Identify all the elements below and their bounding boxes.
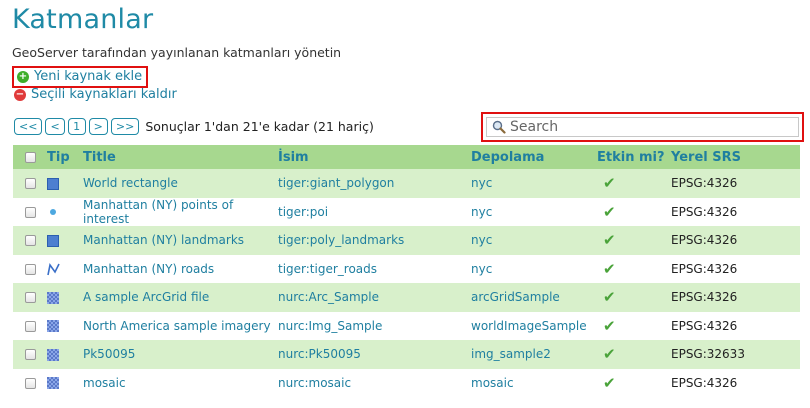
srs-value: EPSG:4326 bbox=[671, 204, 738, 219]
column-store[interactable]: Depolama bbox=[471, 145, 597, 169]
layer-title-link[interactable]: Manhattan (NY) points of interest bbox=[83, 198, 233, 226]
table-row: Manhattan (NY) landmarks tiger:poly_land… bbox=[13, 226, 800, 255]
raster-icon bbox=[47, 320, 59, 333]
store-link[interactable]: nyc bbox=[471, 205, 492, 219]
layers-table: Tip Title İsim Depolama Etkin mi? Yerel … bbox=[13, 145, 800, 397]
row-checkbox[interactable] bbox=[24, 263, 36, 275]
store-link[interactable]: nyc bbox=[471, 262, 492, 276]
table-header-row: Tip Title İsim Depolama Etkin mi? Yerel … bbox=[13, 145, 800, 169]
check-icon: ✔ bbox=[603, 231, 616, 250]
remove-selected-button[interactable]: − Seçili kaynakları kaldır bbox=[14, 87, 177, 102]
raster-icon bbox=[47, 348, 59, 361]
store-link[interactable]: mosaic bbox=[471, 376, 514, 390]
check-icon: ✔ bbox=[603, 345, 616, 364]
layer-name-link[interactable]: tiger:poi bbox=[278, 205, 328, 219]
pager-next-button[interactable]: > bbox=[88, 118, 108, 135]
raster-icon bbox=[47, 291, 59, 304]
layer-title-link[interactable]: Pk50095 bbox=[83, 347, 135, 361]
pager: << < 1 > >> Sonuçlar 1'dan 21'e kadar (2… bbox=[14, 118, 374, 135]
store-link[interactable]: img_sample2 bbox=[471, 347, 551, 361]
minus-icon: − bbox=[14, 88, 26, 101]
table-row: Pk50095 nurc:Pk50095 img_sample2 ✔ EPSG:… bbox=[13, 340, 800, 369]
table-row: World rectangle tiger:giant_polygon nyc … bbox=[13, 169, 800, 198]
srs-value: EPSG:32633 bbox=[671, 347, 745, 362]
column-title[interactable]: Title bbox=[83, 145, 278, 169]
pager-page-button[interactable]: 1 bbox=[67, 118, 86, 135]
srs-value: EPSG:4326 bbox=[671, 375, 738, 390]
layer-name-link[interactable]: tiger:tiger_roads bbox=[278, 262, 377, 276]
column-name[interactable]: İsim bbox=[278, 145, 471, 169]
store-link[interactable]: arcGridSample bbox=[471, 290, 560, 304]
layer-name-link[interactable]: nurc:Pk50095 bbox=[278, 347, 361, 361]
point-icon bbox=[50, 209, 56, 216]
pager-results-text: Sonuçlar 1'dan 21'e kadar (21 hariç) bbox=[145, 119, 374, 134]
line-icon bbox=[47, 262, 60, 275]
srs-value: EPSG:4326 bbox=[671, 261, 738, 276]
row-checkbox[interactable] bbox=[24, 235, 36, 247]
layer-title-link[interactable]: World rectangle bbox=[83, 176, 178, 190]
check-icon: ✔ bbox=[603, 202, 616, 221]
polygon-icon bbox=[47, 234, 59, 247]
layer-title-link[interactable]: North America sample imagery bbox=[83, 319, 271, 333]
page-title: Katmanlar bbox=[12, 4, 154, 35]
table-row: A sample ArcGrid file nurc:Arc_Sample ar… bbox=[13, 283, 800, 312]
srs-value: EPSG:4326 bbox=[671, 318, 738, 333]
srs-value: EPSG:4326 bbox=[671, 290, 738, 305]
select-all-checkbox[interactable] bbox=[24, 151, 36, 163]
layer-name-link[interactable]: nurc:Img_Sample bbox=[278, 319, 382, 333]
layer-title-link[interactable]: Manhattan (NY) roads bbox=[83, 262, 214, 276]
add-resource-button[interactable]: + Yeni kaynak ekle bbox=[12, 66, 149, 88]
layer-name-link[interactable]: nurc:Arc_Sample bbox=[278, 290, 379, 304]
srs-value: EPSG:4326 bbox=[671, 176, 738, 191]
page-description: GeoServer tarafından yayınlanan katmanla… bbox=[12, 45, 342, 60]
row-checkbox[interactable] bbox=[24, 206, 36, 218]
add-resource-label: Yeni kaynak ekle bbox=[34, 69, 143, 84]
row-checkbox[interactable] bbox=[24, 349, 36, 361]
layer-name-link[interactable]: tiger:giant_polygon bbox=[278, 176, 394, 190]
pager-last-button[interactable]: >> bbox=[110, 118, 140, 135]
check-icon: ✔ bbox=[603, 288, 616, 307]
layer-title-link[interactable]: Manhattan (NY) landmarks bbox=[83, 233, 244, 247]
column-srs[interactable]: Yerel SRS bbox=[671, 145, 800, 169]
check-icon: ✔ bbox=[603, 373, 616, 392]
layer-title-link[interactable]: mosaic bbox=[83, 376, 126, 390]
search-field bbox=[486, 117, 799, 137]
search-input[interactable] bbox=[510, 119, 790, 135]
column-type[interactable]: Tip bbox=[47, 145, 83, 169]
polygon-icon bbox=[47, 177, 59, 190]
row-checkbox[interactable] bbox=[24, 320, 36, 332]
raster-icon bbox=[47, 377, 59, 390]
table-row: Manhattan (NY) points of interest tiger:… bbox=[13, 197, 800, 226]
row-checkbox[interactable] bbox=[24, 377, 36, 389]
store-link[interactable]: worldImageSample bbox=[471, 319, 587, 333]
table-row: Manhattan (NY) roads tiger:tiger_roads n… bbox=[13, 254, 800, 283]
check-icon: ✔ bbox=[603, 174, 616, 193]
table-row: North America sample imagery nurc:Img_Sa… bbox=[13, 311, 800, 340]
layer-title-link[interactable]: A sample ArcGrid file bbox=[83, 290, 209, 304]
check-icon: ✔ bbox=[603, 316, 616, 335]
column-enabled[interactable]: Etkin mi? bbox=[597, 145, 671, 169]
row-checkbox[interactable] bbox=[24, 292, 36, 304]
store-link[interactable]: nyc bbox=[471, 176, 492, 190]
check-icon: ✔ bbox=[603, 259, 616, 278]
store-link[interactable]: nyc bbox=[471, 233, 492, 247]
table-row: mosaic nurc:mosaic mosaic ✔ EPSG:4326 bbox=[13, 368, 800, 397]
layer-name-link[interactable]: nurc:mosaic bbox=[278, 376, 351, 390]
search-box bbox=[481, 112, 804, 142]
layer-name-link[interactable]: tiger:poly_landmarks bbox=[278, 233, 404, 247]
pager-prev-button[interactable]: < bbox=[45, 118, 65, 135]
row-checkbox[interactable] bbox=[24, 178, 36, 190]
pager-first-button[interactable]: << bbox=[14, 118, 43, 135]
plus-icon: + bbox=[17, 70, 29, 83]
search-icon bbox=[492, 120, 506, 134]
srs-value: EPSG:4326 bbox=[671, 233, 738, 248]
remove-selected-label: Seçili kaynakları kaldır bbox=[31, 87, 177, 102]
